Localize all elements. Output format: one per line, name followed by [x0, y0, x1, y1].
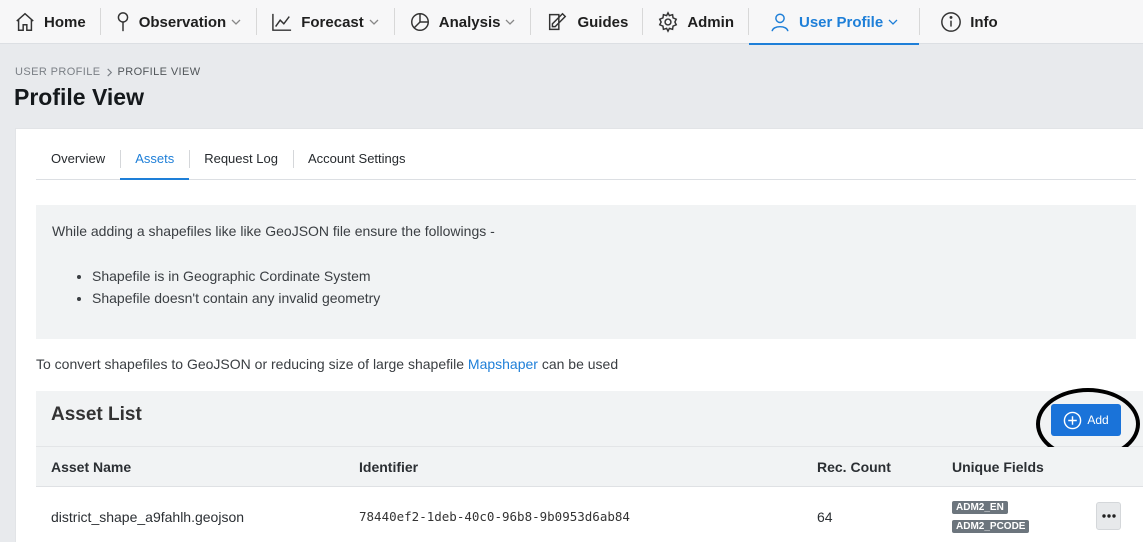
shapefile-notice: While adding a shapefiles like like GeoJ… — [36, 205, 1136, 339]
table-row: district_shape_a9fahlh.geojson 78440ef2-… — [36, 487, 1143, 542]
chevron-down-icon — [505, 19, 515, 25]
top-navigation: Home Observation Forecast Analysis Guide… — [0, 0, 1143, 45]
asset-list-title: Asset List — [51, 404, 142, 425]
breadcrumb-current: PROFILE VIEW — [117, 66, 201, 78]
convert-text-after: can be used — [537, 356, 619, 372]
identifier-cell: 78440ef2-1deb-40c0-96b8-9b0953d6ab84 — [359, 509, 630, 524]
asset-name-cell: district_shape_a9fahlh.geojson — [51, 509, 245, 525]
notice-intro: While adding a shapefiles like like GeoJ… — [52, 223, 495, 239]
tab-assets[interactable]: Assets — [120, 147, 190, 180]
nav-observation-label: Observation — [138, 13, 227, 31]
nav-admin[interactable]: Admin — [643, 0, 748, 44]
chevron-down-icon — [888, 19, 898, 25]
nav-info-label: Info — [970, 13, 998, 31]
nav-guides-label: Guides — [577, 13, 629, 31]
table-header: Asset Name Identifier Rec. Count Unique … — [36, 447, 1143, 487]
column-header-identifier[interactable]: Identifier — [359, 459, 418, 475]
tab-request-log[interactable]: Request Log — [189, 147, 293, 180]
column-header-asset-name[interactable]: Asset Name — [51, 459, 131, 475]
user-icon — [771, 13, 789, 32]
nav-admin-label: Admin — [687, 13, 734, 31]
edit-icon — [549, 12, 567, 31]
nav-forecast-label: Forecast — [301, 13, 364, 31]
tab-overview[interactable]: Overview — [36, 147, 120, 180]
notice-bullet: Shapefile doesn't contain any invalid ge… — [92, 287, 380, 309]
profile-card: Overview Assets Request Log Account Sett… — [15, 128, 1143, 542]
convert-text-before: To convert shapefiles to GeoJSON or redu… — [36, 356, 468, 372]
chart-line-icon — [272, 13, 292, 31]
add-asset-button[interactable]: Add — [1051, 404, 1121, 436]
home-icon — [16, 12, 34, 31]
tab-account-settings[interactable]: Account Settings — [292, 147, 421, 180]
nav-home[interactable]: Home — [0, 0, 100, 44]
mapshaper-link[interactable]: Mapshaper — [468, 356, 538, 372]
notice-bullet: Shapefile is in Geographic Cordinate Sys… — [92, 265, 380, 287]
rec-count-cell: 64 — [817, 509, 833, 525]
unique-field-badge: ADM2_EN — [952, 501, 1008, 514]
pie-chart-icon — [410, 13, 429, 31]
column-header-rec-count[interactable]: Rec. Count — [817, 459, 891, 475]
nav-user-profile[interactable]: User Profile — [748, 0, 920, 45]
nav-analysis-label: Analysis — [438, 13, 501, 31]
plus-circle-icon — [1064, 411, 1082, 429]
chevron-down-icon — [231, 19, 241, 25]
page-title: Profile View — [14, 84, 144, 110]
breadcrumb-parent[interactable]: USER PROFILE — [15, 66, 101, 78]
nav-forecast[interactable]: Forecast — [257, 0, 394, 44]
nav-info[interactable]: Info — [920, 0, 1018, 44]
chevron-down-icon — [369, 19, 379, 25]
tab-bar: Overview Assets Request Log Account Sett… — [36, 147, 1136, 180]
nav-analysis[interactable]: Analysis — [395, 0, 531, 44]
info-icon — [941, 12, 962, 32]
nav-observation[interactable]: Observation — [101, 0, 257, 44]
unique-field-badge: ADM2_PCODE — [952, 520, 1030, 533]
map-pin-icon — [117, 12, 129, 32]
asset-list-header: Asset List Add — [36, 388, 1143, 460]
nav-home-label: Home — [44, 13, 86, 31]
nav-guides[interactable]: Guides — [531, 0, 642, 44]
add-button-label: Add — [1087, 413, 1109, 427]
breadcrumb: USER PROFILE PROFILE VIEW — [15, 66, 201, 78]
row-actions-button[interactable] — [1096, 502, 1121, 530]
gear-icon — [659, 11, 678, 33]
nav-user-profile-label: User Profile — [798, 13, 884, 31]
chevron-right-icon — [106, 67, 112, 77]
convert-hint: To convert shapefiles to GeoJSON or redu… — [36, 356, 618, 372]
notice-list: Shapefile is in Geographic Cordinate Sys… — [92, 265, 380, 309]
more-icon — [1101, 514, 1116, 518]
column-header-unique-fields[interactable]: Unique Fields — [952, 459, 1044, 475]
